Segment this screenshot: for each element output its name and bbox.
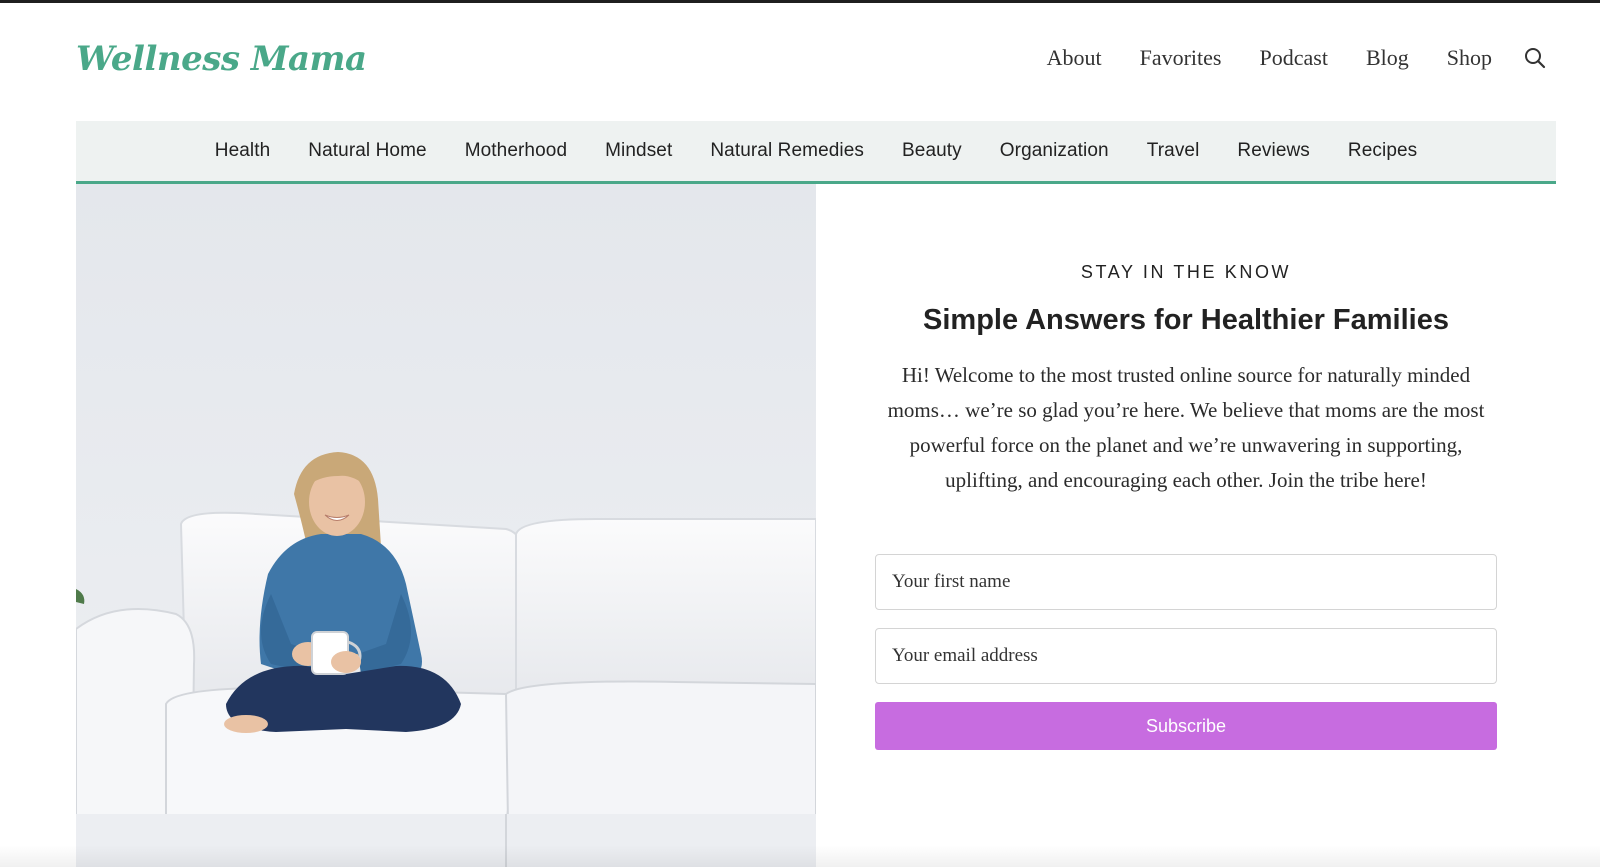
category-travel[interactable]: Travel xyxy=(1147,140,1200,162)
category-recipes[interactable]: Recipes xyxy=(1348,140,1417,162)
newsletter-signup: STAY IN THE KNOW Simple Answers for Heal… xyxy=(816,184,1556,867)
category-health[interactable]: Health xyxy=(215,140,271,162)
category-natural-home[interactable]: Natural Home xyxy=(308,140,426,162)
top-nav: About Favorites Podcast Blog Shop xyxy=(1047,45,1546,71)
nav-link-about[interactable]: About xyxy=(1047,45,1102,71)
category-mindset[interactable]: Mindset xyxy=(605,140,672,162)
category-motherhood[interactable]: Motherhood xyxy=(465,140,567,162)
category-nav: Health Natural Home Motherhood Mindset N… xyxy=(76,121,1556,184)
signup-eyebrow: STAY IN THE KNOW xyxy=(1080,262,1292,282)
hero-photo xyxy=(76,184,816,867)
signup-headline: Simple Answers for Healthier Families xyxy=(923,304,1449,336)
nav-link-blog[interactable]: Blog xyxy=(1366,45,1409,71)
first-name-input[interactable] xyxy=(875,554,1497,610)
email-input[interactable] xyxy=(875,628,1497,684)
signup-intro: Hi! Welcome to the most trusted online s… xyxy=(887,363,1485,492)
category-natural-remedies[interactable]: Natural Remedies xyxy=(710,140,864,162)
category-reviews[interactable]: Reviews xyxy=(1237,140,1310,162)
category-beauty[interactable]: Beauty xyxy=(902,140,962,162)
nav-link-favorites[interactable]: Favorites xyxy=(1140,45,1222,71)
search-icon[interactable] xyxy=(1524,47,1546,69)
site-header: Wellness Mama About Favorites Podcast Bl… xyxy=(0,3,1600,120)
category-organization[interactable]: Organization xyxy=(1000,140,1109,162)
site-logo[interactable]: Wellness Mama xyxy=(76,39,367,79)
subscribe-button[interactable]: Subscribe xyxy=(875,702,1497,750)
nav-link-shop[interactable]: Shop xyxy=(1447,45,1492,71)
nav-link-podcast[interactable]: Podcast xyxy=(1260,45,1328,71)
